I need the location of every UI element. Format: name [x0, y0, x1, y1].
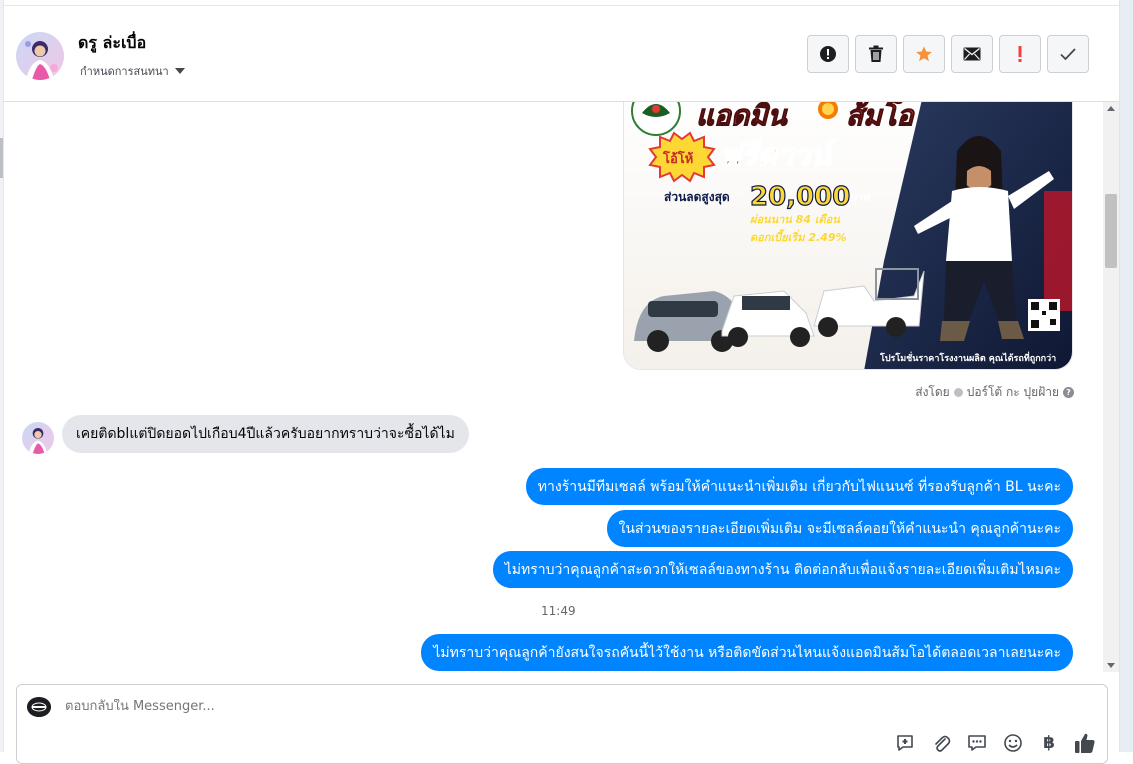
panel-resize-handle[interactable]	[0, 138, 3, 178]
payment-button[interactable]: ฿	[1037, 731, 1061, 755]
check-icon	[1060, 48, 1076, 60]
promo-image-message[interactable]: แอดมิน ส้มโอ โอ้โห้ ฟรีดาวน์ ส่วนลดสูงสุ…	[623, 102, 1073, 370]
emoji-icon	[1004, 734, 1022, 752]
promo-currency: บาท	[850, 191, 870, 204]
message-timestamp: 11:49	[541, 604, 576, 618]
incoming-message[interactable]: เคยติดblแต่ปิดยอดไปเกือบ4ปีแล้วครับอยากท…	[62, 415, 469, 453]
caret-down-icon	[174, 68, 185, 74]
saved-reply-icon	[897, 735, 913, 751]
conversation-label-menu[interactable]: กำหนดการสนทนา	[80, 62, 185, 80]
right-panel-edge	[1119, 0, 1133, 752]
inbox-window: ดรู ล่ะเบื่อ กำหนดการสนทนา แอดมิน ส้มโอ …	[0, 0, 1133, 764]
sent-by-line: ส่งโดย ปอร์โต้ กะ ปุยฝ้าย ?	[915, 383, 1074, 402]
outgoing-message[interactable]: ในส่วนของรายละเอียดเพิ่มเติม จะมีเซลล์คอ…	[606, 510, 1073, 547]
exclamation-icon	[1018, 46, 1022, 62]
star-icon	[916, 46, 932, 62]
conversation-label-text: กำหนดการสนทนา	[80, 65, 169, 78]
sent-by-name: ปอร์โต้ กะ ปุยฝ้าย	[966, 385, 1059, 399]
thumbs-up-icon	[1075, 733, 1095, 753]
outgoing-message[interactable]: ไม่ทราบว่าคุณลูกค้าสะดวกให้เซลล์ของทางร้…	[492, 551, 1073, 588]
attachment-button[interactable]	[929, 731, 953, 755]
scroll-thumb[interactable]	[1105, 194, 1117, 268]
composer-tools: ฿	[893, 731, 1097, 755]
sent-by-prefix: ส่งโดย	[915, 385, 950, 399]
sender-dot-icon	[953, 388, 963, 397]
scroll-up-arrow-icon[interactable]	[1107, 106, 1115, 111]
chat-button[interactable]	[965, 731, 989, 755]
outgoing-message[interactable]: ทางร้านมีทีมเซลล์ พร้อมให้คำแนะนำเพิ่มเต…	[525, 468, 1073, 505]
promo-installment: ผ่อนนาน 84 เดือน	[750, 213, 840, 226]
important-button[interactable]	[999, 35, 1041, 73]
promo-discount-amount: 20,000	[750, 182, 850, 212]
contact-avatar-small[interactable]	[22, 422, 54, 454]
promo-artwork: แอดมิน ส้มโอ โอ้โห้ ฟรีดาวน์ ส่วนลดสูงสุ…	[624, 102, 1072, 369]
attachment-icon	[935, 735, 951, 752]
top-border	[4, 0, 1119, 6]
scroll-down-arrow-icon[interactable]	[1107, 663, 1115, 668]
mark-spam-button[interactable]	[807, 35, 849, 73]
saved-reply-button[interactable]	[893, 731, 917, 755]
promo-headline-2: ส้มโอ	[846, 102, 916, 132]
conversation-header: ดรู ล่ะเบื่อ กำหนดการสนทนา	[4, 7, 1119, 102]
contact-name[interactable]: ดรู ล่ะเบื่อ	[78, 31, 146, 56]
reply-input[interactable]	[65, 699, 865, 714]
reply-composer: ฿	[16, 684, 1108, 764]
contact-avatar[interactable]	[16, 32, 64, 80]
page-avatar	[27, 697, 51, 717]
help-icon[interactable]: ?	[1063, 387, 1074, 398]
envelope-icon	[963, 47, 981, 61]
promo-badge: โอ้โห้	[662, 150, 693, 167]
promo-interest: ดอกเบี้ยเริ่ม 2.49%	[750, 229, 847, 244]
promo-offer: ฟรีดาวน์	[720, 138, 838, 173]
star-button[interactable]	[903, 35, 945, 73]
trash-icon	[869, 45, 883, 62]
emoji-button[interactable]	[1001, 731, 1025, 755]
mark-done-button[interactable]	[1047, 35, 1089, 73]
conversation-actions	[807, 35, 1089, 73]
baht-icon: ฿	[1043, 733, 1055, 753]
like-button[interactable]	[1073, 731, 1097, 755]
outgoing-message[interactable]: ไม่ทราบว่าคุณลูกค้ายังสนใจรถคันนี้ไว้ใช้…	[421, 634, 1073, 671]
thread-scrollbar[interactable]	[1103, 102, 1119, 672]
mark-unread-button[interactable]	[951, 35, 993, 73]
chat-icon	[968, 735, 986, 751]
promo-headline-1: แอดมิน	[696, 102, 789, 132]
delete-button[interactable]	[855, 35, 897, 73]
exclamation-circle-icon	[820, 46, 836, 62]
message-thread[interactable]: แอดมิน ส้มโอ โอ้โห้ ฟรีดาวน์ ส่วนลดสูงสุ…	[4, 102, 1102, 672]
promo-discount-label: ส่วนลดสูงสุด	[664, 190, 730, 205]
